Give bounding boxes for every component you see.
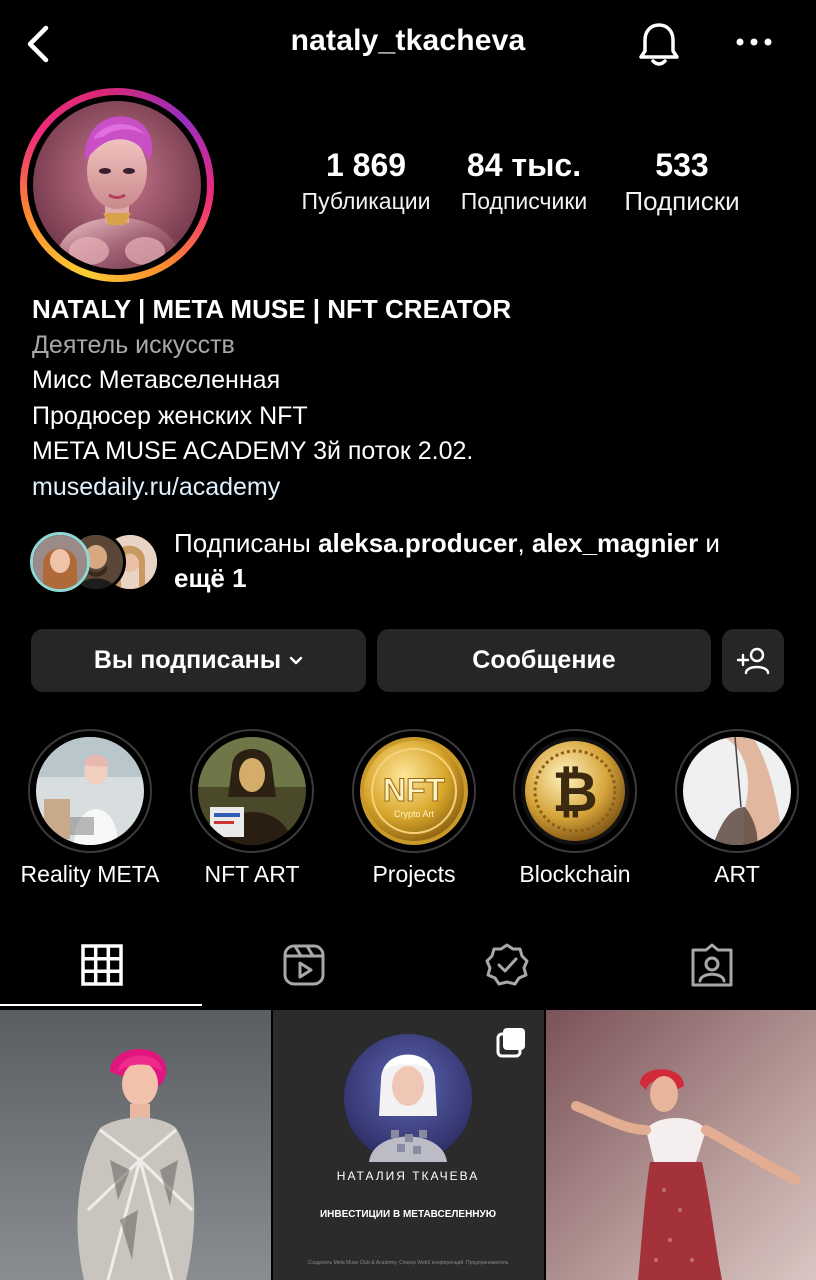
active-tab-indicator — [0, 1004, 202, 1006]
tagged-person-icon[interactable] — [689, 942, 735, 988]
nft-badge-subtext: Crypto Art — [394, 809, 435, 819]
message-button-label: Сообщение — [472, 646, 616, 674]
highlight-cover — [36, 737, 144, 845]
followed-by-conjunction: и — [698, 528, 720, 558]
collab-check-icon[interactable] — [484, 942, 530, 988]
bell-icon[interactable] — [636, 20, 682, 68]
highlight-nft-art[interactable] — [190, 729, 314, 853]
stat-followers-label: Подписчики — [460, 188, 588, 214]
post-thumbnail[interactable]: НАТАЛИЯ ТКАЧЕВА ИНВЕСТИЦИИ В МЕТАВСЕЛЕНН… — [273, 1010, 544, 1280]
post-image — [546, 1010, 816, 1280]
stat-posts[interactable]: 1 869 Публикации — [292, 146, 440, 218]
stat-followers[interactable]: 84 тыс. Подписчики — [450, 146, 598, 218]
followed-by-text[interactable]: Подписаны aleksa.producer, alex_magnier … — [174, 526, 794, 596]
profile-bio: NATALY | META MUSE | NFT CREATOR Деятель… — [32, 292, 792, 505]
bio-line: Мисс Метавселенная — [32, 366, 281, 394]
bitcoin-symbol: ₿ — [552, 760, 598, 825]
followed-by-separator: , — [517, 528, 532, 558]
highlight-reality-meta[interactable] — [28, 729, 152, 853]
highlight-art[interactable] — [675, 729, 799, 853]
highlight-cover: ₿ — [521, 737, 629, 845]
stat-following[interactable]: 533 Подписки — [608, 146, 756, 218]
highlight-cover — [198, 737, 306, 845]
stat-posts-value: 1 869 — [325, 147, 407, 183]
profile-avatar[interactable] — [20, 88, 214, 282]
stat-posts-label: Публикации — [301, 188, 431, 214]
post-thumbnail[interactable] — [0, 1010, 271, 1280]
add-person-icon — [736, 647, 770, 674]
reels-icon[interactable] — [281, 942, 327, 988]
post-subtitle: ИНВЕСТИЦИИ В МЕТАВСЕЛЕННУЮ — [320, 1209, 496, 1220]
more-options-icon[interactable] — [734, 30, 774, 54]
highlight-label: Reality META — [20, 861, 160, 887]
bio-line: META MUSE ACADEMY 3й поток 2.02. — [32, 437, 474, 465]
stat-following-value: 533 — [655, 147, 709, 183]
mutual-followers-avatars[interactable] — [30, 532, 160, 592]
highlight-label: Projects — [372, 861, 456, 887]
profile-category: Деятель искусств — [32, 330, 235, 359]
post-footnote: Создатель Meta Muse Club & Academy. Спик… — [308, 1259, 509, 1266]
stat-followers-value: 84 тыс. — [466, 147, 582, 183]
avatar — [30, 532, 90, 592]
followed-by-prefix: Подписаны — [174, 528, 319, 558]
profile-display-name: NATALY | META MUSE | NFT CREATOR — [32, 294, 512, 324]
post-thumbnail[interactable] — [546, 1010, 816, 1280]
following-button-label: Вы подписаны — [93, 646, 282, 674]
highlight-label: Blockchain — [519, 861, 631, 887]
nft-badge-text: NFT — [383, 772, 446, 808]
followed-by-more[interactable]: ещё 1 — [174, 563, 247, 593]
stat-following-label: Подписки — [624, 186, 740, 216]
highlight-label: ART — [714, 861, 760, 887]
followed-by-user[interactable]: alex_magnier — [532, 528, 698, 558]
message-button[interactable]: Сообщение — [377, 629, 711, 692]
post-title: НАТАЛИЯ ТКАЧЕВА — [337, 1169, 479, 1183]
highlight-projects[interactable]: NFT Crypto Art — [352, 729, 476, 853]
post-image — [0, 1010, 271, 1280]
followed-by-user[interactable]: aleksa.producer — [318, 528, 517, 558]
grid-icon[interactable] — [79, 942, 125, 988]
following-button[interactable]: Вы подписаны — [31, 629, 366, 692]
suggest-people-button[interactable] — [722, 629, 784, 692]
carousel-icon — [496, 1028, 525, 1058]
bio-line: Продюсер женских NFT — [32, 401, 308, 430]
highlight-label: NFT ART — [204, 861, 300, 887]
highlight-cover: NFT Crypto Art — [360, 737, 468, 845]
highlight-cover — [683, 737, 791, 845]
highlight-blockchain[interactable]: ₿ — [513, 729, 637, 853]
chevron-down-icon — [289, 656, 303, 664]
avatar-image — [33, 101, 201, 269]
profile-username: nataly_tkacheva — [290, 24, 526, 57]
bio-link[interactable]: musedaily.ru/academy — [32, 470, 792, 506]
